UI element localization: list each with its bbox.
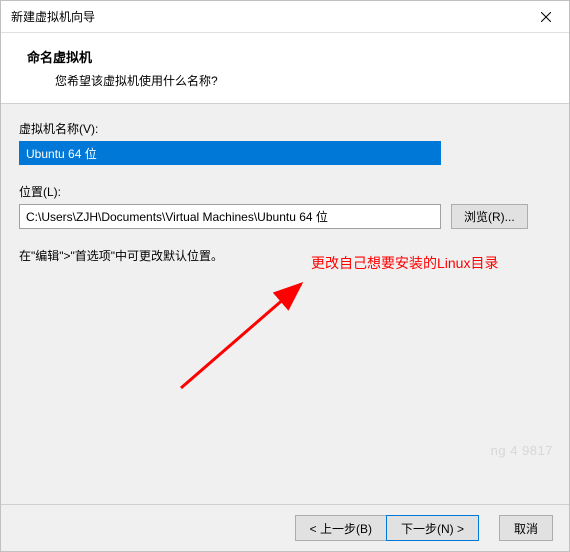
vm-location-label: 位置(L): [19, 183, 551, 200]
body-panel: 虚拟机名称(V): 位置(L): 浏览(R)... 在"编辑">"首选项"中可更… [1, 104, 569, 504]
vm-name-input[interactable] [19, 141, 441, 165]
page-subtitle: 您希望该虚拟机使用什么名称? [55, 72, 551, 89]
page-title: 命名虚拟机 [27, 47, 551, 66]
button-bar: < 上一步(B) 下一步(N) > 取消 [1, 504, 569, 551]
vm-location-group: 位置(L): 浏览(R)... [19, 183, 551, 229]
close-icon [541, 12, 551, 22]
next-button[interactable]: 下一步(N) > [386, 515, 479, 541]
annotation-text: 更改自己想要安装的Linux目录 [311, 254, 521, 274]
window-title: 新建虚拟机向导 [11, 8, 95, 25]
titlebar: 新建虚拟机向导 [1, 1, 569, 33]
back-button[interactable]: < 上一步(B) [295, 515, 386, 541]
vm-name-label: 虚拟机名称(V): [19, 120, 551, 137]
wizard-window: 新建虚拟机向导 命名虚拟机 您希望该虚拟机使用什么名称? 虚拟机名称(V): 位… [0, 0, 570, 552]
cancel-button[interactable]: 取消 [499, 515, 553, 541]
vm-name-group: 虚拟机名称(V): [19, 120, 551, 165]
close-button[interactable] [523, 1, 569, 32]
header-panel: 命名虚拟机 您希望该虚拟机使用什么名称? [1, 33, 569, 104]
browse-button[interactable]: 浏览(R)... [451, 204, 528, 229]
watermark: ng 4 9817 [491, 443, 553, 458]
vm-location-input[interactable] [19, 204, 441, 229]
annotation-arrow-icon [161, 278, 321, 398]
